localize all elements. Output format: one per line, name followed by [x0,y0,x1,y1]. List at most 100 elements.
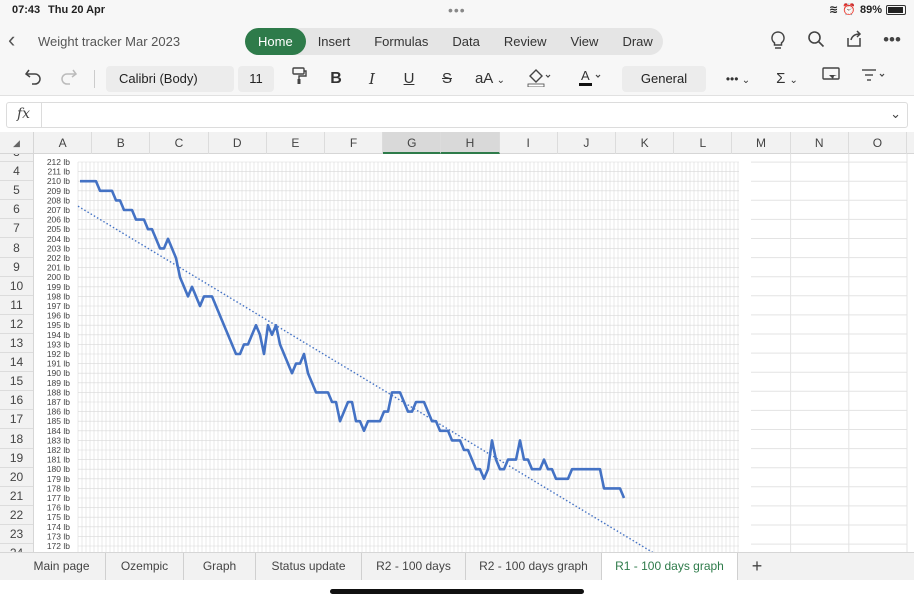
chevron-down-icon: ⌄ [496,75,506,86]
font-color-button[interactable]: A [572,67,606,91]
back-chevron-icon[interactable]: ‹ [8,29,28,52]
battery-icon [886,4,906,15]
bold-button[interactable]: B [325,67,347,91]
row-header-20[interactable]: 20 [0,468,33,487]
sheet-tab-graph[interactable]: Graph [184,553,256,580]
multitasking-dots-icon[interactable]: ••• [448,2,466,18]
sheet-tab-r2-100-days-graph[interactable]: R2 - 100 days graph [466,553,602,580]
alarm-icon: ⏰ [842,4,856,16]
row-header-8[interactable]: 8 [0,239,33,258]
row-header-18[interactable]: 18 [0,430,33,449]
y-tick-label: 177 lb [47,493,70,503]
column-header-g[interactable]: G [383,132,442,154]
formula-bar[interactable]: fx ⌄ [6,102,908,128]
row-header-9[interactable]: 9 [0,258,33,277]
row-header-3[interactable]: 3 [0,154,33,162]
column-header-f[interactable]: F [325,132,384,154]
fill-color-button[interactable] [522,67,556,91]
status-right: ≋ ⏰ 89% [829,3,906,16]
status-time: 07:43 [12,4,41,16]
ribbon-tabs: Home Insert Formulas Data Review View Dr… [245,28,663,55]
row-header-23[interactable]: 23 [0,525,33,544]
sheet-tab-main-page[interactable]: Main page [18,553,106,580]
home-indicator[interactable] [330,589,584,594]
undo-icon[interactable] [22,67,44,91]
number-format-box[interactable]: General [622,66,706,92]
row-header-4[interactable]: 4 [0,162,33,182]
font-name-box[interactable]: Calibri (Body) [106,66,234,92]
column-header-m[interactable]: M [732,132,791,154]
search-icon[interactable] [806,30,826,55]
svg-text:A: A [581,68,590,83]
sheet-tab-r2-100-days[interactable]: R2 - 100 days [362,553,466,580]
column-header-i[interactable]: I [500,132,558,154]
y-tick-label: 173 lb [47,531,70,541]
more-tools-button[interactable]: ••• ⌄ [722,67,754,91]
column-header-l[interactable]: L [674,132,733,154]
sheet-tab-r1-100-days-graph[interactable]: R1 - 100 days graph [602,553,738,580]
formula-divider [41,103,42,127]
ribbon-tab-draw[interactable]: Draw [610,28,664,55]
y-tick-label: 209 lb [47,186,70,196]
redo-icon[interactable] [58,67,80,91]
column-header-e[interactable]: E [267,132,325,154]
format-painter-icon[interactable] [288,67,310,91]
row-header-11[interactable]: 11 [0,296,33,315]
column-header-h[interactable]: H [441,132,500,154]
text-size-button[interactable]: aA ⌄ [472,67,508,91]
row-header-7[interactable]: 7 [0,219,33,239]
column-headers: ◢ ABCDEFGHIJKLMNO [0,132,914,154]
y-tick-label: 174 lb [47,522,70,532]
select-all-corner[interactable]: ◢ [0,132,34,154]
column-header-b[interactable]: B [92,132,151,154]
document-title[interactable]: Weight tracker Mar 2023 [38,34,180,49]
present-icon[interactable] [820,67,842,91]
autosum-button[interactable]: Σ ⌄ [772,67,802,91]
lightbulb-icon[interactable] [768,30,788,55]
more-options-icon[interactable]: ••• [882,30,902,55]
sheet-tab-ozempic[interactable]: Ozempic [106,553,184,580]
column-header-d[interactable]: D [209,132,267,154]
column-header-k[interactable]: K [616,132,675,154]
y-tick-label: 200 lb [47,272,70,282]
y-tick-label: 207 lb [47,205,70,215]
column-header-j[interactable]: J [558,132,616,154]
row-header-6[interactable]: 6 [0,200,33,220]
row-header-24[interactable]: 24 [0,544,33,552]
column-header-o[interactable]: O [849,132,907,154]
row-header-16[interactable]: 16 [0,391,33,411]
row-header-14[interactable]: 14 [0,353,33,373]
row-header-19[interactable]: 19 [0,449,33,468]
row-header-15[interactable]: 15 [0,372,33,392]
sort-filter-button[interactable] [858,67,888,91]
status-date: Thu 20 Apr [48,4,106,16]
row-header-22[interactable]: 22 [0,506,33,525]
sheet-tab-status-update[interactable]: Status update [256,553,362,580]
ribbon-tab-data[interactable]: Data [440,28,491,55]
font-size-box[interactable]: 11 [238,66,274,92]
chevron-down-icon[interactable]: ⌄ [890,106,901,122]
ribbon-tab-view[interactable]: View [558,28,610,55]
add-sheet-button[interactable]: + [742,553,772,580]
ribbon-tab-formulas[interactable]: Formulas [362,28,440,55]
share-icon[interactable] [844,30,864,55]
column-header-a[interactable]: A [34,132,93,154]
y-tick-label: 172 lb [47,541,70,551]
row-header-13[interactable]: 13 [0,334,33,353]
ribbon-tab-review[interactable]: Review [492,28,559,55]
italic-button[interactable]: I [361,67,383,91]
row-header-5[interactable]: 5 [0,181,33,201]
ribbon-tab-home[interactable]: Home [245,28,306,55]
y-tick-label: 193 lb [47,339,70,349]
underline-button[interactable]: U [398,67,420,91]
worksheet-grid[interactable]: 212 lb 211 lb 210 lb 209 lb 208 lb 207 lb 206 … [34,154,914,552]
row-header-17[interactable]: 17 [0,410,33,430]
column-header-c[interactable]: C [150,132,209,154]
row-header-10[interactable]: 10 [0,277,33,296]
strikethrough-button[interactable]: S [436,67,458,91]
row-header-21[interactable]: 21 [0,487,33,506]
y-tick-label: 202 lb [47,253,70,263]
row-header-12[interactable]: 12 [0,315,33,334]
column-header-n[interactable]: N [791,132,849,154]
ribbon-tab-insert[interactable]: Insert [306,28,363,55]
